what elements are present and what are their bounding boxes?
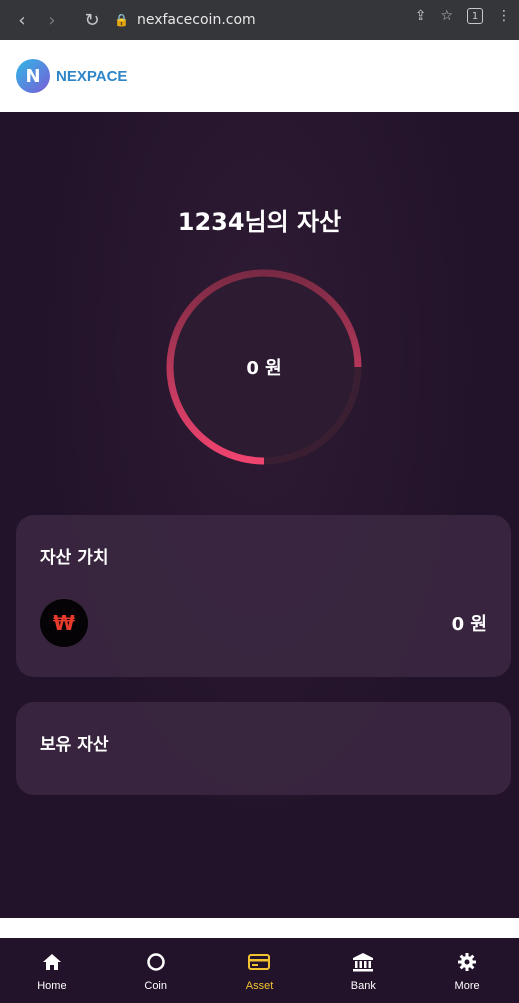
footer-divider [0,918,519,938]
won-currency-icon: ₩ [40,599,88,647]
total-asset-value: 0 원 [246,358,282,379]
asset-ring-chart: 0 원 [164,267,364,467]
brand-name[interactable]: NEXPACE [56,68,127,85]
menu-icon[interactable]: ⋮ [497,8,511,24]
nav-asset[interactable]: Asset [208,938,312,1003]
page-title: 1234님의 자산 [177,208,342,236]
nav-asset-label: Asset [245,979,274,992]
url-text: nexfacecoin.com [136,12,256,28]
nav-coin-label: Coin [144,979,167,992]
bookmark-icon[interactable]: ☆ [440,8,453,24]
back-icon[interactable]: ‹ [10,8,34,32]
address-bar[interactable]: 🔒 nexfacecoin.com [114,12,256,28]
nav-more-label: More [454,979,480,992]
asset-value-amount: 0 원 [451,614,487,635]
asset-value-title: 자산 가치 [40,548,109,568]
asset-value-card: 자산 가치 ₩ 0 원 [16,515,511,677]
browser-toolbar: ‹ › ↻ 🔒 nexfacecoin.com ⇪ ☆ 1 ⋮ [0,0,519,40]
holdings-title: 보유 자산 [40,735,109,755]
gear-icon [455,950,479,974]
wallet-icon [247,950,271,974]
bottom-nav: Home Coin Asset Bank More [0,938,519,1003]
nav-home-label: Home [37,979,67,992]
holdings-card[interactable]: 보유 자산 [16,702,511,795]
share-icon[interactable]: ⇪ [415,8,427,24]
lock-icon: 🔒 [114,13,129,27]
nav-bank-label: Bank [350,979,376,992]
nav-home[interactable]: Home [0,938,104,1003]
nav-coin[interactable]: Coin [104,938,208,1003]
tab-count-button[interactable]: 1 [467,8,483,24]
reload-icon[interactable]: ↻ [80,8,104,32]
nav-bank[interactable]: Bank [311,938,415,1003]
bank-icon [351,950,375,974]
home-icon [40,950,64,974]
coin-icon [144,950,168,974]
main-content: 1234님의 자산 0 원 자산 가치 ₩ 0 원 보유 자산 [0,112,519,918]
site-header: N NEXPACE [0,40,519,112]
forward-icon[interactable]: › [40,8,64,32]
nav-more[interactable]: More [415,938,519,1003]
logo-icon[interactable]: N [16,59,50,93]
